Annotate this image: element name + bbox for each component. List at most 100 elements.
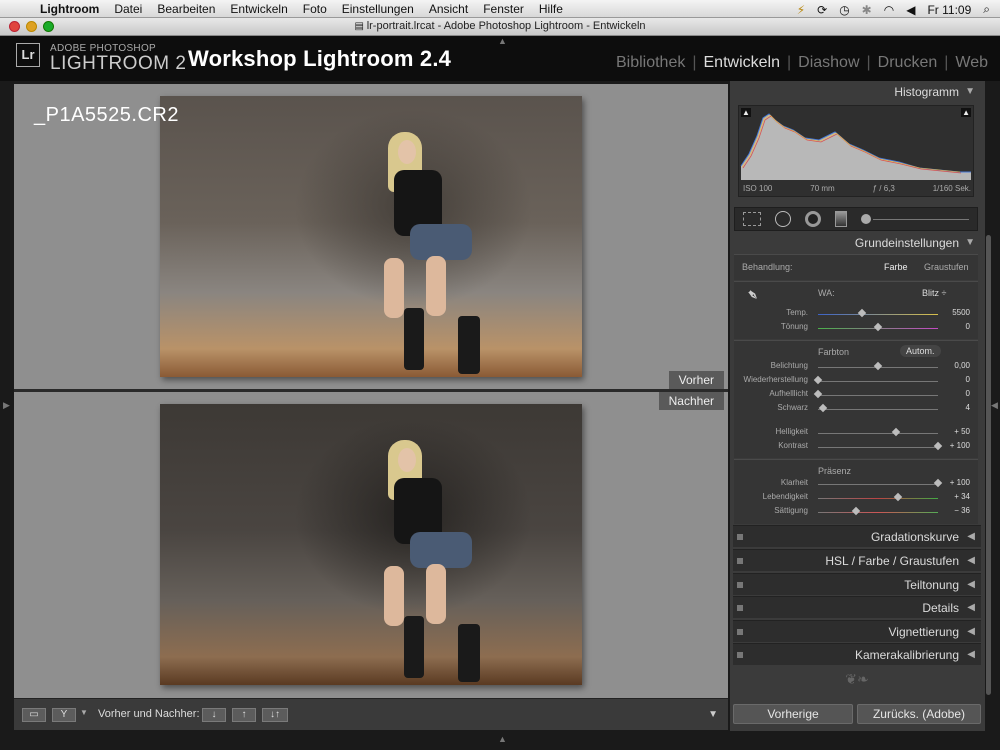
brightness-slider[interactable]: Helligkeit + 50 xyxy=(734,427,978,441)
module-bibliothek[interactable]: Bibliothek xyxy=(616,54,685,72)
slider-thumb[interactable] xyxy=(894,492,903,502)
contrast-slider[interactable]: Kontrast + 100 xyxy=(734,441,978,455)
minimize-window-button[interactable] xyxy=(26,21,37,32)
wifi-icon[interactable]: ◠ xyxy=(884,3,894,17)
previous-settings-button[interactable]: Vorherige xyxy=(733,704,853,724)
panel-toggle-switch[interactable] xyxy=(737,652,743,658)
brush-slider-track[interactable] xyxy=(873,219,969,220)
slider-value[interactable]: 0 xyxy=(966,375,970,384)
toolbar-menu-icon[interactable]: ▼ xyxy=(708,709,718,720)
graduated-filter-tool-icon[interactable] xyxy=(835,211,847,227)
slider-value[interactable]: + 100 xyxy=(950,441,970,450)
panel-toggle-switch[interactable] xyxy=(737,629,743,635)
copy-before-to-after-button[interactable]: ↓ xyxy=(202,708,226,722)
panel-toggle-switch[interactable] xyxy=(737,558,743,564)
tone-curve-panel-header[interactable]: Gradationskurve ◀ xyxy=(733,525,981,547)
camera-calibration-panel-header[interactable]: Kamerakalibrierung ◀ xyxy=(733,643,981,665)
after-photo[interactable] xyxy=(160,404,582,685)
clock[interactable]: Fr 11:09 xyxy=(927,3,971,17)
menu-datei[interactable]: Datei xyxy=(114,2,142,16)
zoom-window-button[interactable] xyxy=(43,21,54,32)
exposure-slider[interactable]: Belichtung 0,00 xyxy=(734,361,978,375)
bluetooth-icon[interactable]: ✱ xyxy=(862,3,872,17)
volume-icon[interactable]: ◀ xyxy=(906,3,915,17)
slider-track[interactable] xyxy=(818,409,938,410)
slider-thumb[interactable] xyxy=(933,478,943,488)
slider-track[interactable] xyxy=(818,433,938,434)
copy-after-to-before-button[interactable]: ↑ xyxy=(232,708,256,722)
menu-fenster[interactable]: Fenster xyxy=(483,2,524,16)
auto-tone-button[interactable]: Autom. xyxy=(900,345,941,357)
before-photo[interactable] xyxy=(160,96,582,377)
slider-value[interactable]: + 50 xyxy=(954,427,970,436)
spot-removal-tool-icon[interactable] xyxy=(775,211,791,227)
slider-value[interactable]: 0,00 xyxy=(954,361,970,370)
left-panel-toggle-icon[interactable]: ▶ xyxy=(3,400,10,411)
menu-lightroom[interactable]: Lightroom xyxy=(40,2,99,16)
slider-value[interactable]: 4 xyxy=(966,403,970,412)
slider-thumb[interactable] xyxy=(873,361,883,371)
slider-track[interactable] xyxy=(818,381,938,382)
treatment-color-option[interactable]: Farbe xyxy=(884,262,908,272)
slider-thumb[interactable] xyxy=(873,322,883,332)
time-machine-icon[interactable]: ◷ xyxy=(839,3,849,17)
crop-tool-icon[interactable] xyxy=(743,212,761,226)
right-panel-scrollbar[interactable] xyxy=(986,235,991,695)
eyedropper-icon[interactable]: ✒ xyxy=(738,282,766,310)
module-entwickeln[interactable]: Entwickeln xyxy=(704,54,780,72)
top-panel-toggle-icon[interactable]: ▲ xyxy=(498,36,507,46)
module-web[interactable]: Web xyxy=(955,54,988,72)
menu-bearbeiten[interactable]: Bearbeiten xyxy=(157,2,215,16)
histogram[interactable]: ▲ ▲ ISO 100 70 mm ƒ / 6,3 1/160 Sek. xyxy=(738,105,974,197)
slider-track[interactable] xyxy=(818,395,938,396)
slider-value[interactable]: 5500 xyxy=(952,308,970,317)
close-window-button[interactable] xyxy=(9,21,20,32)
shadow-clipping-icon[interactable]: ▲ xyxy=(741,108,751,117)
slider-value[interactable]: 0 xyxy=(966,389,970,398)
menu-hilfe[interactable]: Hilfe xyxy=(539,2,563,16)
slider-value[interactable]: − 36 xyxy=(954,506,970,515)
spotlight-icon[interactable]: ⌕ xyxy=(983,2,990,17)
module-drucken[interactable]: Drucken xyxy=(878,54,938,72)
view-options-chevron-icon[interactable]: ▼ xyxy=(80,708,88,717)
vibrance-slider[interactable]: Lebendigkeit + 34 xyxy=(734,492,978,506)
slider-track[interactable] xyxy=(818,512,938,513)
saturation-slider[interactable]: Sättigung − 36 xyxy=(734,506,978,520)
blacks-slider[interactable]: Schwarz 4 xyxy=(734,403,978,417)
tint-slider[interactable]: Tönung 0 xyxy=(734,322,978,336)
hsl-panel-header[interactable]: HSL / Farbe / Graustufen ◀ xyxy=(733,549,981,571)
treatment-grayscale-option[interactable]: Graustufen xyxy=(924,262,969,272)
menu-foto[interactable]: Foto xyxy=(303,2,327,16)
slider-thumb[interactable] xyxy=(818,403,828,413)
split-toning-panel-header[interactable]: Teiltonung ◀ xyxy=(733,573,981,595)
slider-thumb[interactable] xyxy=(891,427,901,437)
slider-value[interactable]: + 34 xyxy=(954,492,970,501)
slider-thumb[interactable] xyxy=(852,506,861,516)
reset-button[interactable]: Zurücks. (Adobe) xyxy=(857,704,981,724)
recovery-slider[interactable]: Wiederherstellung 0 xyxy=(734,375,978,389)
red-eye-tool-icon[interactable] xyxy=(805,211,821,227)
slider-track[interactable] xyxy=(818,314,938,315)
basic-panel-header[interactable]: Grundeinstellungen ▼ xyxy=(733,232,981,254)
panel-toggle-switch[interactable] xyxy=(737,534,743,540)
slider-value[interactable]: + 100 xyxy=(950,478,970,487)
histogram-header[interactable]: Histogramm ▼ xyxy=(733,81,981,103)
vignettes-panel-header[interactable]: Vignettierung ◀ xyxy=(733,620,981,642)
slider-track[interactable] xyxy=(818,447,938,448)
slider-thumb[interactable] xyxy=(858,308,867,318)
filmstrip-toggle-icon[interactable]: ▲ xyxy=(498,734,507,744)
slider-thumb[interactable] xyxy=(933,441,943,451)
loupe-view-button[interactable]: ▭ xyxy=(22,708,46,722)
panel-toggle-switch[interactable] xyxy=(737,582,743,588)
temp-slider[interactable]: Temp. 5500 xyxy=(734,308,978,322)
right-panel-toggle-icon[interactable]: ◀ xyxy=(991,400,998,411)
detail-panel-header[interactable]: Details ◀ xyxy=(733,596,981,618)
adjustment-brush-icon[interactable] xyxy=(861,214,871,224)
slider-thumb[interactable] xyxy=(813,375,823,385)
slider-thumb[interactable] xyxy=(813,389,823,399)
before-after-view-button[interactable]: Y xyxy=(52,708,76,722)
slider-track[interactable] xyxy=(818,484,938,485)
wb-preset-select[interactable]: Blitz ÷ xyxy=(922,288,946,298)
slider-track[interactable] xyxy=(818,498,938,499)
module-diashow[interactable]: Diashow xyxy=(798,54,859,72)
